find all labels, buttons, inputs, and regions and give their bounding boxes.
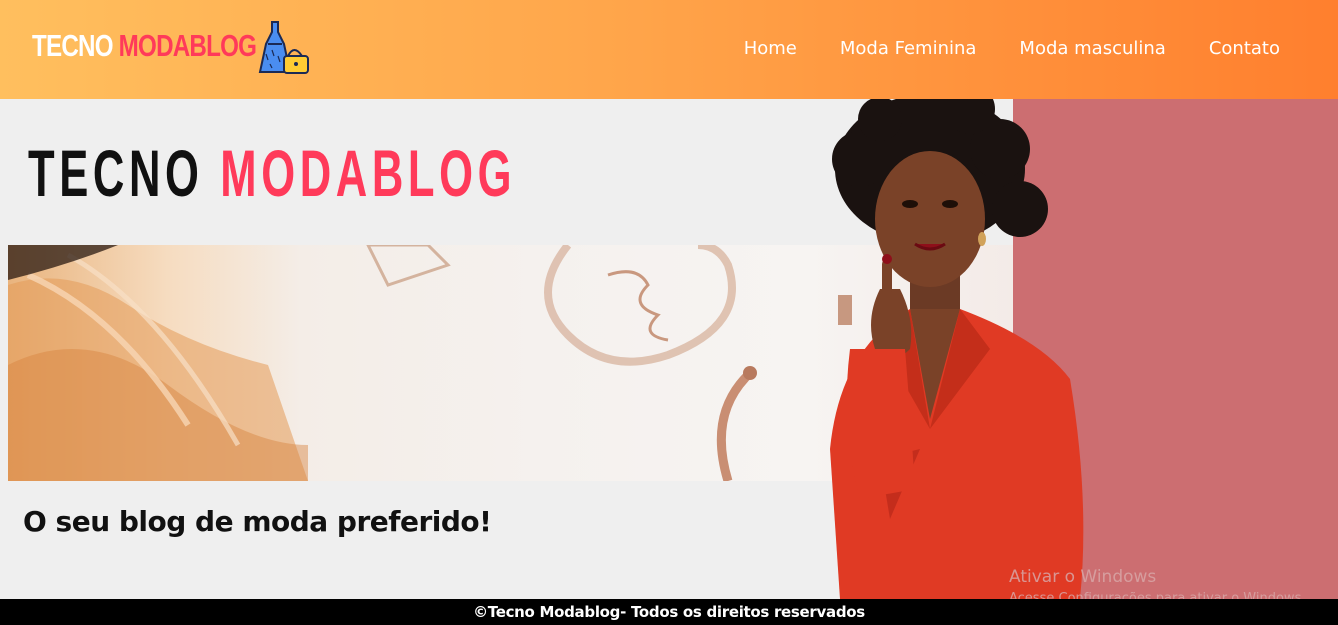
site-logo[interactable]: TECNO MODABLOG [32, 21, 319, 74]
nav-contato[interactable]: Contato [1209, 38, 1280, 59]
site-footer: ©Tecno Modablog- Todos os direitos reser… [0, 599, 1338, 625]
watermark-title: Ativar o Windows [1009, 567, 1157, 587]
logo-text: TECNO MODABLOG [32, 28, 257, 64]
windows-activation-watermark: Ativar o Windows Acesse Configurações pa… [1009, 567, 1305, 599]
site-header: TECNO MODABLOG Home Moda Feminina Moda m… [0, 0, 1338, 99]
logo-tecno: TECNO [32, 28, 114, 63]
hero-section: TECNO MODABLOG O seu blog de moda prefer… [0, 99, 1338, 599]
watermark-subtitle: Acesse Configurações para ativar o Windo… [1009, 591, 1306, 599]
main-nav: Home Moda Feminina Moda masculina Contat… [744, 38, 1280, 59]
logo-modablog: MODABLOG [118, 28, 257, 63]
nav-moda-feminina[interactable]: Moda Feminina [840, 38, 977, 59]
nav-home[interactable]: Home [744, 38, 797, 59]
hero-logo-modablog: MODABLOG [220, 136, 517, 210]
hero-tagline: O seu blog de moda preferido! [23, 505, 492, 538]
page: TECNO MODABLOG Home Moda Feminina Moda m… [0, 0, 1338, 625]
dress-handbag-icon [254, 20, 320, 86]
nav-moda-masculina[interactable]: Moda masculina [1019, 38, 1165, 59]
model-photo [820, 99, 1100, 599]
hero-logo: TECNO MODABLOG [28, 135, 516, 211]
hero-logo-tecno: TECNO [28, 136, 204, 210]
footer-copyright: ©Tecno Modablog- Todos os direitos reser… [473, 603, 865, 621]
